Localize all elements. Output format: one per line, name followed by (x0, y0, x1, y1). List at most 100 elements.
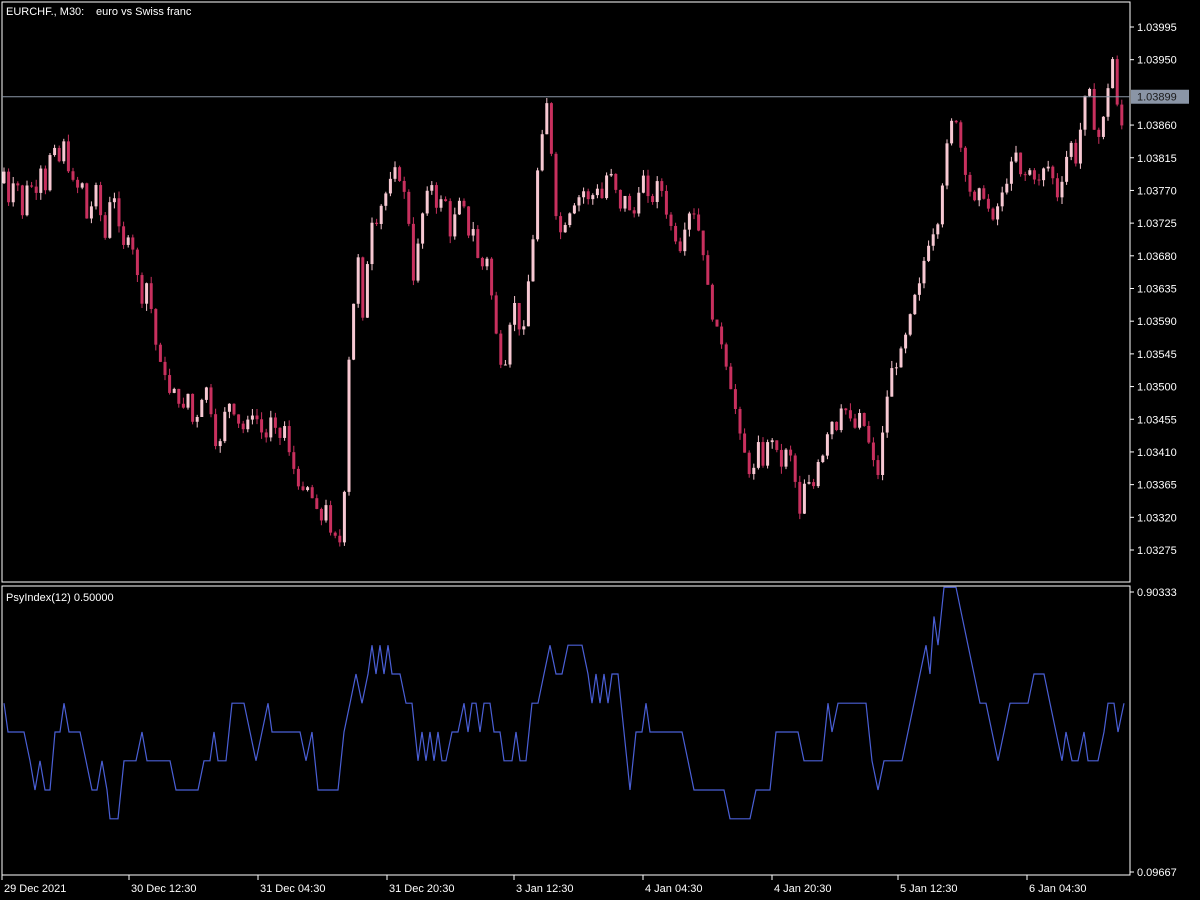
candle-body (743, 433, 747, 453)
candle-body (1051, 166, 1055, 179)
candle-body (241, 423, 245, 430)
candle-body (793, 455, 797, 482)
candle-body (379, 205, 383, 224)
candle-body (324, 505, 328, 521)
candle-body (1000, 192, 1004, 207)
candle-body (871, 442, 875, 461)
candle-body (830, 421, 834, 435)
candle-body (7, 171, 11, 203)
candle-body (1083, 95, 1087, 130)
candle-body (876, 460, 880, 475)
candle-body (329, 505, 333, 533)
candle-body (204, 387, 208, 400)
candle-body (232, 403, 236, 415)
candle-body (181, 403, 185, 408)
price-y-tick-label: 1.03545 (1137, 349, 1177, 361)
chart-svg: 1.03995 1.03950 1.03860 1.03815 1.03770 1.037… (1, 1, 1189, 895)
candle-body (927, 245, 931, 261)
candle-body (954, 120, 958, 123)
candle-body (1005, 183, 1009, 193)
candle-body (549, 103, 553, 154)
candle-body (103, 215, 107, 238)
candle-body (388, 178, 392, 194)
candle-body (1009, 161, 1013, 184)
candle-body (425, 190, 429, 214)
candle-body (812, 482, 816, 487)
candle-body (191, 393, 195, 422)
candle-body (108, 202, 112, 238)
candle-body (375, 222, 379, 224)
candle-body (1042, 168, 1046, 181)
candle-body (904, 334, 908, 349)
price-panel (1, 1, 1131, 583)
candle-body (568, 213, 572, 226)
candle-body (283, 426, 287, 438)
candle-body (310, 487, 314, 499)
candle-body (57, 147, 61, 162)
price-y-tick-label: 1.03725 (1137, 218, 1177, 230)
candle-body (710, 284, 714, 320)
candle-body (779, 449, 783, 467)
x-tick-label: 31 Dec 20:30 (389, 883, 454, 895)
candle-body (881, 432, 885, 475)
candle-body (237, 414, 241, 424)
candle-body (260, 419, 264, 433)
candle-body (246, 419, 250, 430)
candle-body (430, 185, 434, 191)
candle-body (444, 199, 448, 202)
candle-body (996, 206, 1000, 220)
candle-body (950, 120, 954, 144)
candle-body (899, 348, 903, 368)
candle-body (733, 389, 737, 410)
candle-body (807, 482, 811, 484)
candle-body (25, 185, 29, 216)
candle-body (439, 199, 443, 208)
candle-body (99, 185, 103, 216)
candle-body (467, 206, 471, 236)
candle-body (977, 188, 981, 201)
candle-body (135, 249, 139, 276)
candle-body (945, 143, 949, 186)
candle-body (991, 208, 995, 220)
candle-body (149, 283, 153, 309)
candle-body (43, 168, 47, 191)
candle-body (177, 388, 181, 404)
candle-body (959, 122, 963, 148)
candle-body (209, 387, 213, 415)
candle-body (490, 258, 494, 296)
candle-body (885, 396, 889, 433)
candle-body (540, 134, 544, 171)
price-y-tick-label: 1.03455 (1137, 414, 1177, 426)
candle-body (890, 368, 894, 397)
candle-body (287, 426, 291, 453)
candle-body (917, 283, 921, 295)
candle-body (1088, 88, 1092, 96)
candle-body (752, 467, 756, 475)
candle-body (227, 403, 231, 412)
candle-body (766, 442, 770, 466)
candle-body (600, 188, 604, 199)
candle-body (278, 427, 282, 438)
candle-body (131, 237, 135, 250)
x-tick-label: 29 Dec 2021 (4, 883, 66, 895)
candle-body (894, 367, 898, 369)
axes-layer: 1.03995 1.03950 1.03860 1.03815 1.03770 1.037… (1, 22, 1189, 895)
candle-body (457, 200, 461, 215)
candle-body (848, 410, 852, 419)
candle-body (195, 417, 199, 422)
candle-body (347, 359, 351, 492)
candle-body (1111, 59, 1115, 89)
candle-body (1097, 129, 1101, 137)
candle-body (747, 452, 751, 475)
candle-body (586, 191, 590, 200)
candle-body (407, 191, 411, 224)
indicator-y-tick-label: 0.90333 (1137, 587, 1177, 599)
candle-body (76, 179, 80, 188)
candle-body (53, 147, 57, 156)
candle-body (411, 223, 415, 281)
candle-body (434, 185, 438, 208)
candle-body (1046, 166, 1050, 169)
header-symbol: EURCHF., M30: (6, 6, 84, 18)
x-tick-label: 4 Jan 04:30 (645, 883, 703, 895)
candle-body (163, 361, 167, 376)
